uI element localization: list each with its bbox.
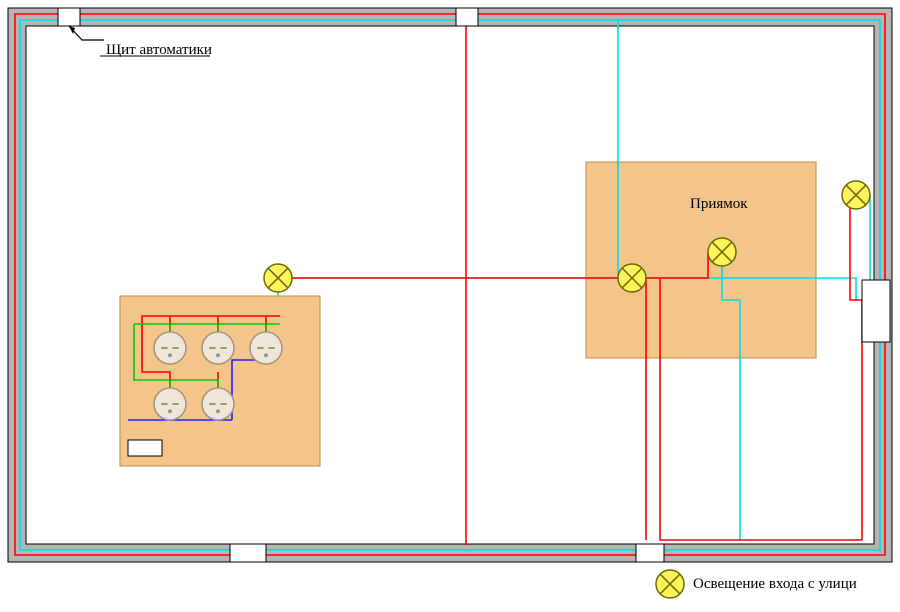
socket-3	[250, 332, 282, 364]
lamp-1	[264, 264, 292, 292]
lamp-5	[656, 570, 684, 598]
jb-bottom-mid	[636, 544, 664, 562]
lamp-2	[618, 264, 646, 292]
diagram-svg	[0, 0, 900, 612]
socket-1	[154, 332, 186, 364]
socket-5	[202, 388, 234, 420]
socket-4	[154, 388, 186, 420]
jb-inside	[128, 440, 162, 456]
wiring-diagram: Щит автоматики Приямок Освещение входа с…	[0, 0, 900, 612]
pit-label: Приямок	[690, 196, 748, 213]
jb-top-mid	[456, 8, 478, 26]
jb-right	[862, 280, 890, 342]
lamp-4	[842, 181, 870, 209]
lamp-3	[708, 238, 736, 266]
socket-2	[202, 332, 234, 364]
jb-bottom-left	[230, 544, 266, 562]
equipment-panel-right	[586, 162, 816, 358]
entry-lighting-label: Освещение входа с улици	[693, 576, 857, 593]
automation-panel-label: Щит автоматики	[106, 42, 212, 59]
jb-top-left	[58, 8, 80, 26]
